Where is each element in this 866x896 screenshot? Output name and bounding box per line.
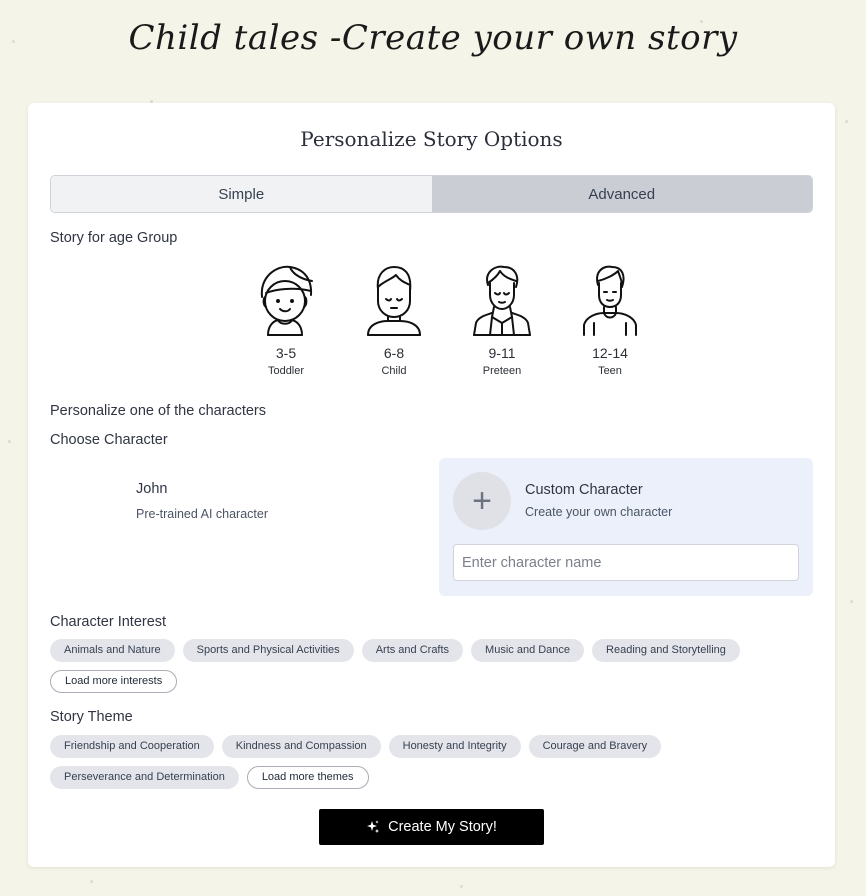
age-range: 12-14 <box>592 345 628 361</box>
mode-tabs: Simple Advanced <box>50 175 813 213</box>
age-option-preteen[interactable]: 9-11 Preteen <box>448 263 556 377</box>
age-range: 6-8 <box>383 345 405 361</box>
theme-chips: Friendship and Cooperation Kindness and … <box>50 735 811 789</box>
age-group-selector: 3-5 Toddler 6-8 Child 9-11 Preteen 12-14… <box>232 263 664 377</box>
story-options-card: Personalize Story Options Simple Advance… <box>28 103 835 867</box>
toddler-icon <box>260 265 313 336</box>
age-option-teen[interactable]: 12-14 Teen <box>556 263 664 377</box>
age-range: 3-5 <box>275 345 297 361</box>
teen-icon <box>583 265 637 336</box>
age-range: 9-11 <box>488 345 516 361</box>
plus-icon[interactable]: + <box>453 472 511 530</box>
age-name: Teen <box>598 365 622 377</box>
background-dot <box>8 440 11 443</box>
theme-chip[interactable]: Friendship and Cooperation <box>50 735 214 758</box>
custom-character-panel: + Custom Character Create your own chara… <box>439 458 813 596</box>
theme-chip[interactable]: Kindness and Compassion <box>221 735 381 758</box>
interest-chips: Animals and Nature Sports and Physical A… <box>50 639 811 693</box>
age-option-toddler[interactable]: 3-5 Toddler <box>232 263 340 377</box>
load-more-themes-button[interactable]: Load more themes <box>246 766 369 789</box>
interest-chip[interactable]: Reading and Storytelling <box>592 639 740 662</box>
interest-chip[interactable]: Sports and Physical Activities <box>182 639 354 662</box>
background-dot <box>845 120 848 123</box>
interest-chip[interactable]: Animals and Nature <box>50 639 175 662</box>
age-name: Preteen <box>482 365 522 377</box>
background-dot <box>460 885 463 888</box>
character-name-input[interactable] <box>453 544 799 581</box>
tab-advanced[interactable]: Advanced <box>431 176 812 212</box>
tab-simple[interactable]: Simple <box>51 176 432 212</box>
age-group-label: Story for age Group <box>50 230 178 246</box>
create-story-button[interactable]: Create My Story! <box>319 809 544 845</box>
create-story-label: Create My Story! <box>388 819 497 835</box>
character-name: John <box>136 481 168 497</box>
preteen-icon <box>473 265 531 336</box>
character-interest-label: Character Interest <box>50 614 167 630</box>
load-more-interests-button[interactable]: Load more interests <box>50 670 178 693</box>
sparkle-icon <box>367 820 380 833</box>
character-option-john[interactable]: John Pre-trained AI character <box>136 481 268 521</box>
child-icon <box>367 266 421 336</box>
custom-character-description: Create your own character <box>525 505 673 519</box>
theme-chip[interactable]: Honesty and Integrity <box>388 735 521 758</box>
interest-chip[interactable]: Music and Dance <box>471 639 585 662</box>
theme-chip[interactable]: Courage and Bravery <box>528 735 662 758</box>
story-theme-label: Story Theme <box>50 709 133 725</box>
personalize-label: Personalize one of the characters <box>50 403 267 419</box>
age-name: Toddler <box>267 365 305 377</box>
background-dot <box>90 880 93 883</box>
custom-character-title: Custom Character <box>525 482 643 498</box>
background-dot <box>850 600 853 603</box>
character-description: Pre-trained AI character <box>136 507 269 521</box>
card-title: Personalize Story Options <box>300 127 563 151</box>
interest-chip[interactable]: Arts and Crafts <box>361 639 464 662</box>
theme-chip[interactable]: Perseverance and Determination <box>50 766 239 789</box>
choose-character-label: Choose Character <box>50 432 168 448</box>
age-option-child[interactable]: 6-8 Child <box>340 263 448 377</box>
site-title: Child tales -Create your own story <box>128 18 738 58</box>
age-name: Child <box>381 365 407 377</box>
